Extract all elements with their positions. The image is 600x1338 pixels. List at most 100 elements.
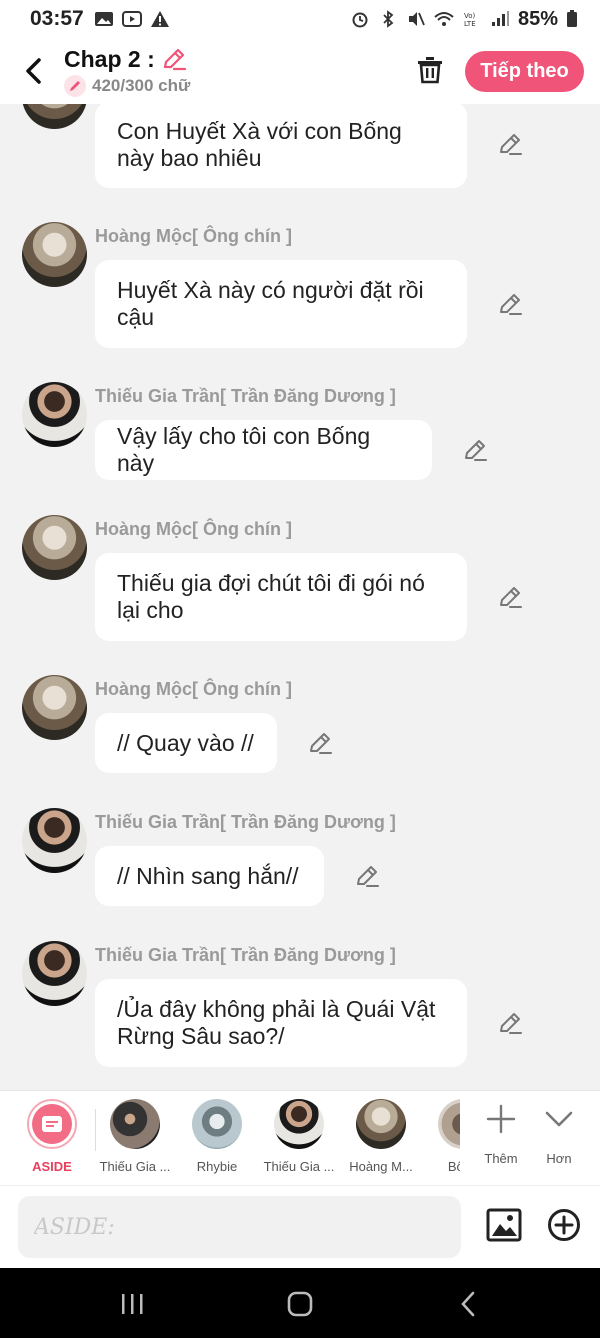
alarm-icon <box>352 12 368 28</box>
svg-text:LTE: LTE <box>464 20 476 28</box>
character-avatar <box>274 1099 324 1149</box>
back-arrow-icon <box>26 58 41 84</box>
message-bubble[interactable]: Con Huyết Xà với con Bống này bao nhiêu <box>95 104 467 188</box>
edit-message-icon[interactable] <box>497 584 523 610</box>
warning-icon <box>150 11 169 27</box>
character-avatar <box>356 1099 406 1149</box>
edit-message-icon[interactable] <box>462 437 488 463</box>
avatar[interactable] <box>22 382 87 447</box>
insert-image-button[interactable] <box>485 1206 523 1244</box>
svg-text:Vo): Vo) <box>464 12 476 20</box>
home-button[interactable] <box>280 1288 320 1320</box>
speaker-name: Hoàng Mộc[ Ông chín ] <box>95 519 292 539</box>
avatar[interactable] <box>22 515 87 580</box>
character-name: Thiếu Gia ... <box>263 1159 335 1174</box>
character-avatar <box>192 1099 242 1149</box>
edit-message-icon[interactable] <box>307 730 333 756</box>
recents-button[interactable] <box>112 1288 152 1320</box>
aside-avatar <box>27 1099 77 1149</box>
message-bubble[interactable]: // Quay vào // <box>95 713 277 773</box>
system-nav-bar <box>0 1268 600 1338</box>
message-bubble[interactable]: Huyết Xà này có người đặt rồi cậu <box>95 260 467 348</box>
edit-message-icon[interactable] <box>354 863 380 889</box>
character-item[interactable]: Thiếu Gia ... <box>94 1099 176 1174</box>
edit-title-icon[interactable] <box>161 46 187 72</box>
system-back-button[interactable] <box>448 1288 488 1320</box>
note-icon <box>42 1116 62 1132</box>
status-bar: 03:57 Vo) LTE 85% <box>0 0 600 38</box>
avatar[interactable] <box>22 104 87 129</box>
screen-recorder-icon <box>121 11 142 27</box>
trash-icon <box>418 57 442 84</box>
speaker-name: Thiếu Gia Trần[ Trần Đăng Dương ] <box>95 945 396 965</box>
character-item[interactable]: Bống <box>422 1099 460 1174</box>
character-name: Hoàng M... <box>349 1159 413 1174</box>
message-text: /Ủa đây không phải là Quái Vật Rừng Sâu … <box>117 996 436 1049</box>
message-text: Vậy lấy cho tôi con Bống này <box>117 423 371 476</box>
signal-icon <box>491 11 509 26</box>
home-icon <box>287 1291 313 1317</box>
character-list[interactable]: ASIDE Thiếu Gia ... Rhybie Thiếu Gia ...… <box>0 1091 460 1186</box>
message-list[interactable]: Con Huyết Xà với con Bống này bao nhiêu … <box>0 104 600 1090</box>
system-back-icon <box>461 1291 475 1317</box>
word-count: 420/300 chữ <box>92 75 191 95</box>
avatar[interactable] <box>22 808 87 873</box>
message-text: // Quay vào // <box>117 729 254 756</box>
edit-message-icon[interactable] <box>497 1010 523 1036</box>
plus-icon <box>486 1104 516 1134</box>
speaker-name: Hoàng Mộc[ Ông chín ] <box>95 226 292 246</box>
bluetooth-icon <box>383 10 394 28</box>
battery-level: 85% <box>517 7 558 30</box>
message-text: // Nhìn sang hắn// <box>117 862 299 889</box>
character-avatar <box>110 1099 160 1149</box>
volte-icon: Vo)LTE <box>464 12 476 28</box>
more-button[interactable]: Hơn <box>529 1099 589 1166</box>
avatar[interactable] <box>22 675 87 740</box>
character-item[interactable]: Hoàng M... <box>340 1099 422 1174</box>
message-bubble[interactable]: // Nhìn sang hắn// <box>95 846 324 906</box>
character-name: Bống <box>447 1159 460 1174</box>
plus-circle-icon <box>548 1209 580 1241</box>
wifi-icon <box>434 12 454 26</box>
gallery-icon <box>94 12 113 26</box>
next-button[interactable]: Tiếp theo <box>465 51 584 92</box>
more-label: Hơn <box>546 1151 572 1166</box>
image-icon <box>486 1208 522 1242</box>
character-name: Thiếu Gia ... <box>99 1159 171 1174</box>
add-content-button[interactable] <box>546 1207 582 1243</box>
speaker-name: Thiếu Gia Trần[ Trần Đăng Dương ] <box>95 812 396 832</box>
chevron-down-icon <box>545 1111 573 1127</box>
delete-button[interactable] <box>410 50 450 90</box>
character-name: Rhybie <box>196 1159 238 1174</box>
avatar[interactable] <box>22 222 87 287</box>
battery-icon <box>567 10 577 27</box>
mute-icon <box>408 12 425 26</box>
avatar[interactable] <box>22 941 87 1006</box>
speaker-name: Hoàng Mộc[ Ông chín ] <box>95 679 292 699</box>
message-bubble[interactable]: /Ủa đây không phải là Quái Vật Rừng Sâu … <box>95 979 467 1067</box>
aside-input[interactable] <box>18 1196 461 1258</box>
character-bar: ASIDE Thiếu Gia ... Rhybie Thiếu Gia ...… <box>0 1090 600 1185</box>
add-label: Thêm <box>484 1151 518 1166</box>
status-time: 03:57 <box>30 7 84 30</box>
chapter-title: Chap 2 : <box>64 45 155 72</box>
message-bubble[interactable]: Thiếu gia đợi chút tôi đi gói nó lại cho <box>95 553 467 641</box>
edit-message-icon[interactable] <box>497 131 523 157</box>
back-button[interactable] <box>8 46 58 96</box>
character-aside[interactable]: ASIDE <box>11 1099 93 1174</box>
character-item[interactable]: Thiếu Gia ... <box>258 1099 340 1174</box>
recents-icon <box>122 1294 143 1314</box>
character-avatar <box>438 1099 460 1149</box>
word-count-pencil-icon <box>64 74 86 97</box>
character-name: ASIDE <box>32 1159 72 1174</box>
message-text: Thiếu gia đợi chút tôi đi gói nó lại cho <box>117 570 425 623</box>
message-bubble[interactable]: Vậy lấy cho tôi con Bống này <box>95 420 432 480</box>
message-text: Con Huyết Xà với con Bống này bao nhiêu <box>117 118 402 171</box>
character-item[interactable]: Rhybie <box>176 1099 258 1174</box>
edit-message-icon[interactable] <box>497 291 523 317</box>
speaker-name: Thiếu Gia Trần[ Trần Đăng Dương ] <box>95 386 396 406</box>
input-area <box>0 1185 600 1268</box>
editor-header: Chap 2 : 420/300 chữ Tiếp theo <box>0 38 600 104</box>
add-character-button[interactable]: Thêm <box>471 1099 531 1166</box>
message-text: Huyết Xà này có người đặt rồi cậu <box>117 277 424 330</box>
